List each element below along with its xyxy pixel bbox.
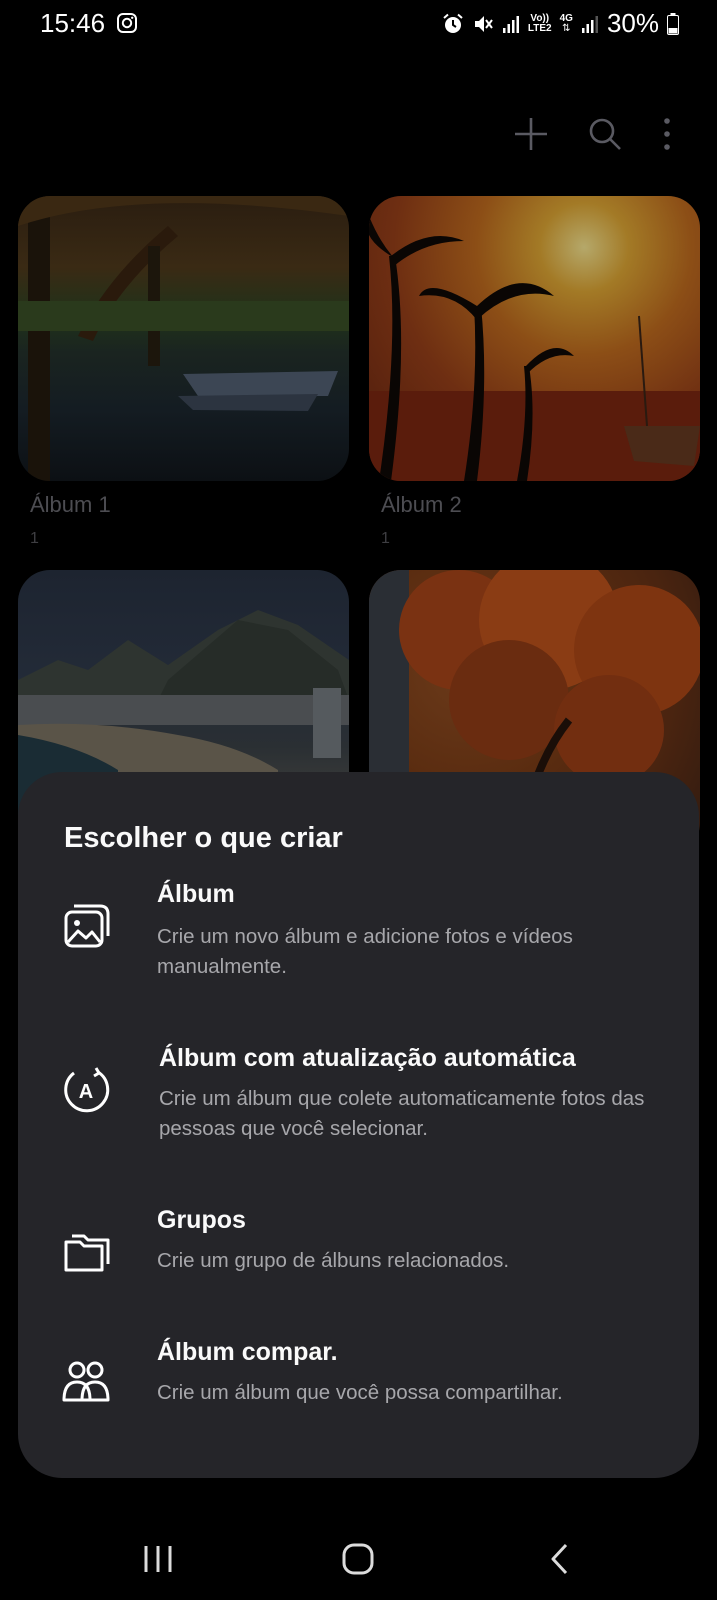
status-indicators: Vo)) LTE2 4G ⇅ 30% [442,8,679,39]
create-bottom-sheet: Escolher o que criar Álbum Crie um novo … [18,772,699,1478]
network-type: 4G ⇅ [559,12,573,34]
album-card[interactable]: Álbum 2 1 [369,196,700,547]
option-title: Álbum [157,880,235,908]
back-icon[interactable] [530,1534,590,1584]
search-icon[interactable] [583,112,627,156]
option-description: Crie um novo álbum e adicione fotos e ví… [157,925,573,978]
recents-icon[interactable] [128,1534,188,1584]
status-time: 15:46 [40,8,106,38]
signal-icon-2 [581,15,598,33]
option-groups[interactable]: Grupos Crie um grupo de álbuns relaciona… [18,1198,699,1298]
plus-icon[interactable] [509,112,553,156]
alarm-icon [443,13,463,33]
system-navbar [0,1520,717,1600]
auto-update-album-icon: A [64,1067,110,1113]
album-count: 1 [30,530,39,547]
album-count: 1 [381,530,390,547]
album-title: Álbum 1 [30,492,111,517]
album-image-icon [64,904,110,948]
home-icon[interactable] [328,1534,388,1584]
option-description: Crie um álbum que colete automaticamente… [159,1087,645,1140]
shared-people-icon [62,1361,110,1402]
option-shared-album[interactable]: Álbum compar. Crie um álbum que você pos… [18,1330,699,1430]
instagram-icon [117,13,137,33]
option-title: Álbum compar. [157,1338,338,1366]
mute-icon [474,15,493,32]
option-title: Grupos [157,1206,246,1234]
album-title: Álbum 2 [381,492,462,517]
svg-text:A: A [79,1081,93,1103]
album-thumbnail [18,196,349,481]
sheet-title: Escolher o que criar [64,822,343,854]
option-album[interactable]: Álbum Crie um novo álbum e adicione foto… [18,872,699,992]
battery-icon [667,12,679,35]
signal-icon-1 [502,15,519,33]
option-auto-update-album[interactable]: A Álbum com atualização automática Crie … [18,1036,699,1156]
option-description: Crie um álbum que você possa compartilha… [157,1381,563,1404]
more-vert-icon[interactable] [657,112,677,156]
battery-percent: 30% [606,8,659,38]
option-title: Álbum com atualização automática [159,1044,576,1072]
album-thumbnail [369,196,700,481]
toolbar [509,112,677,156]
volte-indicator: Vo)) LTE2 [527,12,552,34]
status-bar: 15:46 Vo)) LTE2 4G ⇅ 30% [0,0,717,48]
option-description: Crie um grupo de álbuns relacionados. [157,1249,510,1272]
folder-group-icon [64,1234,110,1272]
album-card[interactable]: Álbum 1 1 [18,196,349,547]
